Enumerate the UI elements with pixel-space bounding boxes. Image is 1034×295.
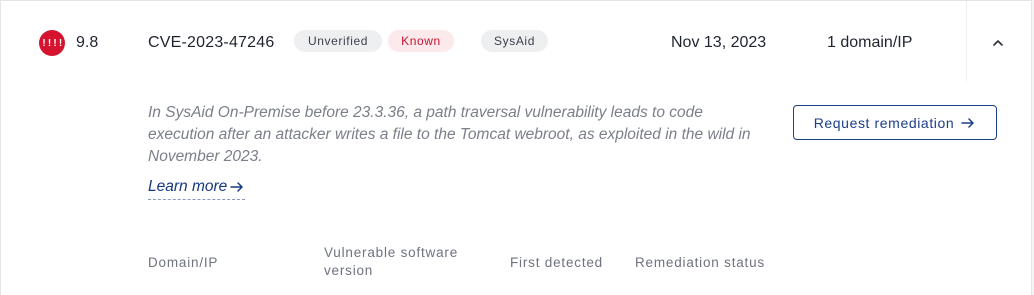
published-date: Nov 13, 2023 [671, 34, 767, 51]
exploit-status-badge: Known [388, 30, 454, 52]
collapse-toggle-button[interactable] [986, 31, 1010, 55]
column-divider [966, 1, 967, 81]
arrow-right-icon [230, 182, 244, 192]
vulnerability-description: In SysAid On-Premise before 23.3.36, a p… [148, 104, 751, 165]
cve-id: CVE-2023-47246 [148, 34, 275, 51]
request-remediation-label: Request remediation [813, 114, 955, 131]
vulnerability-summary-row[interactable]: !!!! 9.8 CVE-2023-47246 Unverified Known… [1, 1, 1033, 87]
request-remediation-button[interactable]: Request remediation [793, 105, 997, 140]
column-header-first-detected[interactable]: First detected [510, 254, 603, 272]
vendor-badge: SysAid [481, 30, 548, 52]
cvss-score: 9.8 [76, 34, 99, 51]
affected-domains-count: 1 domain/IP [827, 34, 913, 51]
verification-badge: Unverified [294, 30, 382, 52]
column-header-remediation-status[interactable]: Remediation status [635, 254, 765, 272]
column-header-software-version[interactable]: Vulnerable software version [324, 244, 494, 280]
arrow-right-icon [961, 117, 975, 128]
vulnerability-card: !!!! 9.8 CVE-2023-47246 Unverified Known… [0, 0, 1032, 295]
column-header-domain-ip[interactable]: Domain/IP [148, 254, 218, 272]
learn-more-label: Learn more [148, 178, 228, 195]
critical-severity-icon: !!!! [39, 30, 65, 56]
learn-more-link[interactable]: Learn more [148, 178, 246, 200]
chevron-up-icon [993, 40, 1003, 46]
